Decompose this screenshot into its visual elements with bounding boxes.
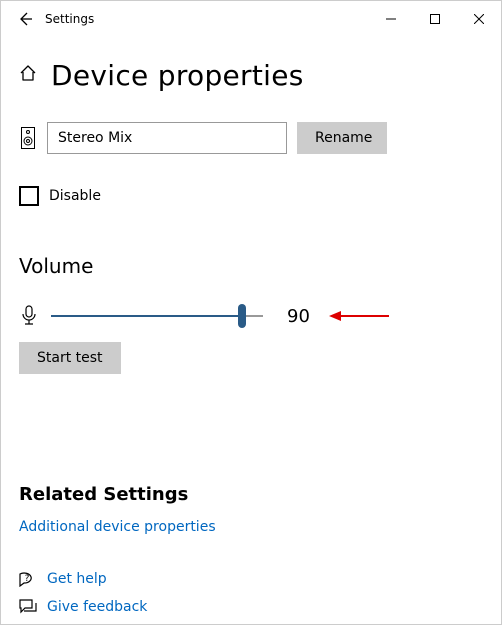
svg-text:?: ? <box>25 574 30 584</box>
slider-track-fill <box>51 315 242 317</box>
get-help-link[interactable]: ? Get help <box>19 571 483 587</box>
volume-value: 90 <box>287 306 310 327</box>
additional-device-properties-link[interactable]: Additional device properties <box>19 519 483 535</box>
volume-slider[interactable] <box>51 304 263 328</box>
page-header: Device properties <box>19 59 483 92</box>
feedback-icon <box>19 599 37 615</box>
microphone-icon <box>19 305 39 327</box>
help-icon: ? <box>19 571 37 587</box>
titlebar: Settings <box>1 1 501 37</box>
rename-button[interactable]: Rename <box>297 122 387 154</box>
device-name-input[interactable] <box>47 122 287 154</box>
disable-checkbox[interactable] <box>19 186 39 206</box>
disable-label: Disable <box>49 188 101 204</box>
page-title: Device properties <box>51 59 304 92</box>
home-icon[interactable] <box>19 64 37 87</box>
maximize-button[interactable] <box>413 1 457 37</box>
give-feedback-link[interactable]: Give feedback <box>19 599 483 615</box>
minimize-button[interactable] <box>369 1 413 37</box>
back-button[interactable] <box>5 1 45 37</box>
disable-checkbox-row[interactable]: Disable <box>19 186 483 206</box>
annotation-arrow <box>329 309 389 323</box>
slider-thumb[interactable] <box>238 304 246 328</box>
related-settings-heading: Related Settings <box>19 484 483 505</box>
start-test-button[interactable]: Start test <box>19 342 121 374</box>
window-title: Settings <box>45 12 94 26</box>
speaker-icon <box>19 127 37 149</box>
close-button[interactable] <box>457 1 501 37</box>
volume-heading: Volume <box>19 254 483 278</box>
